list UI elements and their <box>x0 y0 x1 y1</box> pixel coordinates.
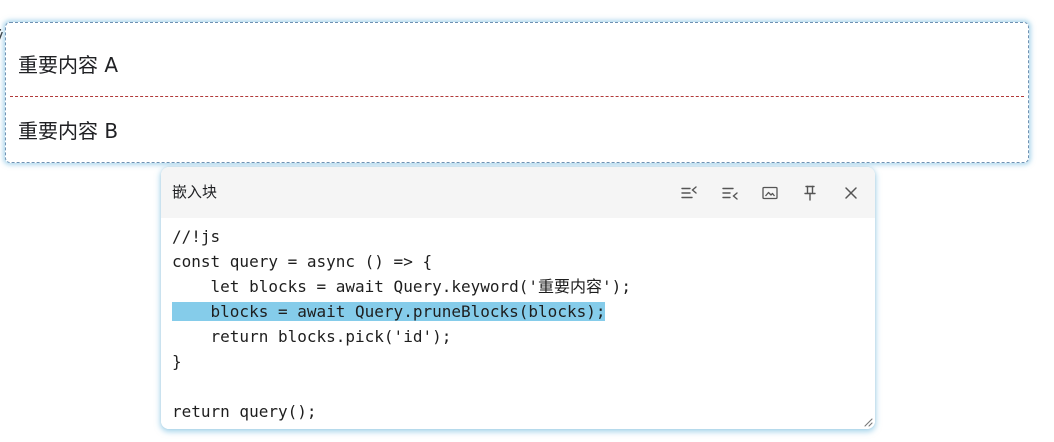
code-line[interactable]: return blocks.pick('id'); <box>172 324 452 349</box>
embed-block-results[interactable]: 重要内容 A 重要内容 B <box>5 22 1029 163</box>
sort-button[interactable] <box>676 180 702 206</box>
embed-block-popover: 嵌入块 //!js const query = async () => {le… <box>161 167 875 429</box>
sort-icon <box>681 186 697 199</box>
embed-result-item[interactable]: 重要内容 B <box>18 119 118 143</box>
close-icon <box>845 187 857 199</box>
collapse-list-icon <box>722 187 738 200</box>
collapse-list-button[interactable] <box>717 180 743 206</box>
export-image-button[interactable] <box>757 180 783 206</box>
pin-button[interactable] <box>797 180 823 206</box>
code-line-selected[interactable]: blocks = await Query.pruneBlocks(blocks)… <box>172 299 606 324</box>
embed-result-item[interactable]: 重要内容 A <box>18 53 118 77</box>
code-line[interactable]: } <box>172 349 182 374</box>
popover-title: 嵌入块 <box>172 183 218 201</box>
code-line[interactable]: return query(); <box>172 399 317 424</box>
pin-icon <box>804 185 816 201</box>
code-editor[interactable]: //!js const query = async () => { let bl… <box>161 218 875 429</box>
code-line[interactable]: let blocks = await Query.keyword('重要内容')… <box>172 274 631 299</box>
image-icon <box>762 186 778 200</box>
popover-header: 嵌入块 <box>161 167 875 218</box>
code-line[interactable]: //!js <box>172 224 220 249</box>
cut-off-glyph: ÿ <box>0 26 3 45</box>
close-button[interactable] <box>838 180 864 206</box>
result-divider <box>10 96 1024 97</box>
code-line[interactable]: const query = async () => { <box>172 249 432 274</box>
resize-handle-icon[interactable] <box>863 417 873 427</box>
